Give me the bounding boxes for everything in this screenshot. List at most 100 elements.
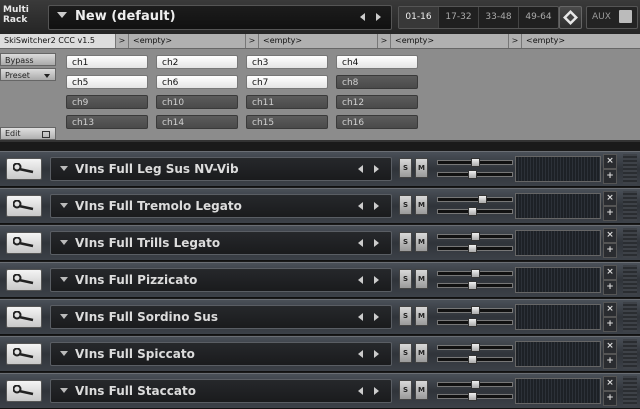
pan-fader[interactable] [437,207,513,216]
instrument-name-selector[interactable]: VIns Full Spiccato [50,342,392,366]
next-arrow-icon[interactable] [374,202,379,210]
next-arrow-icon[interactable] [374,313,379,321]
volume-fader-handle[interactable] [471,306,480,315]
pan-fader-handle[interactable] [468,244,477,253]
kontakt-logo-button[interactable] [559,6,582,29]
script-tab-active[interactable]: SkiSwitcher2 CCC v1.5 [0,34,116,48]
channel-button-ch4[interactable]: ch4 [336,55,418,69]
wrench-button[interactable] [6,158,42,180]
channel-button-ch16[interactable]: ch16 [336,115,418,129]
pan-fader[interactable] [437,318,513,327]
expand-instrument-button[interactable]: + [603,354,617,369]
mute-button[interactable]: M [415,269,428,289]
prev-arrow-icon[interactable] [360,13,365,21]
expand-instrument-button[interactable]: + [603,169,617,184]
mute-button[interactable]: M [415,232,428,252]
volume-fader[interactable] [437,343,513,352]
pan-fader[interactable] [437,281,513,290]
script-tab-arrow[interactable]: > [245,34,259,48]
dropdown-triangle-icon[interactable] [60,314,68,319]
scroll-grip[interactable] [623,265,637,295]
wrench-button[interactable] [6,380,42,402]
volume-fader-handle[interactable] [471,380,480,389]
prev-arrow-icon[interactable] [358,350,363,358]
solo-button[interactable]: S [399,269,412,289]
pan-fader[interactable] [437,392,513,401]
solo-button[interactable]: S [399,195,412,215]
next-arrow-icon[interactable] [374,350,379,358]
pan-fader-handle[interactable] [468,355,477,364]
remove-instrument-button[interactable]: × [603,265,617,280]
preset-dropdown[interactable]: Preset [0,68,56,81]
scroll-grip[interactable] [623,339,637,369]
scroll-grip[interactable] [623,376,637,406]
prev-arrow-icon[interactable] [358,165,363,173]
instrument-name-selector[interactable]: VIns Full Trills Legato [50,231,392,255]
instrument-name-selector[interactable]: VIns Full Sordino Sus [50,305,392,329]
remove-instrument-button[interactable]: × [603,376,617,391]
mute-button[interactable]: M [415,343,428,363]
pan-fader[interactable] [437,170,513,179]
channel-button-ch6[interactable]: ch6 [156,75,238,89]
volume-fader-handle[interactable] [471,232,480,241]
tab-page-33-48[interactable]: 33-48 [479,7,519,28]
edit-button[interactable]: Edit [0,127,56,140]
volume-fader[interactable] [437,232,513,241]
pan-fader-handle[interactable] [468,207,477,216]
script-tab-arrow[interactable]: > [508,34,522,48]
prev-arrow-icon[interactable] [358,202,363,210]
scroll-grip[interactable] [623,191,637,221]
scroll-grip[interactable] [623,228,637,258]
rack-preset-selector[interactable]: New (default) [48,5,392,30]
channel-button-ch5[interactable]: ch5 [66,75,148,89]
scroll-grip[interactable] [623,154,637,184]
expand-instrument-button[interactable]: + [603,206,617,221]
script-tab-empty-2[interactable]: <empty> [263,34,302,48]
channel-button-ch10[interactable]: ch10 [156,95,238,109]
next-arrow-icon[interactable] [374,276,379,284]
tab-page-17-32[interactable]: 17-32 [439,7,479,28]
pan-fader-handle[interactable] [468,281,477,290]
channel-button-ch8[interactable]: ch8 [336,75,418,89]
volume-fader[interactable] [437,269,513,278]
wrench-button[interactable] [6,195,42,217]
dropdown-triangle-icon[interactable] [60,203,68,208]
script-tab-arrow[interactable]: > [377,34,391,48]
volume-fader[interactable] [437,158,513,167]
channel-button-ch13[interactable]: ch13 [66,115,148,129]
channel-button-ch2[interactable]: ch2 [156,55,238,69]
remove-instrument-button[interactable]: × [603,191,617,206]
script-tab-empty-3[interactable]: <empty> [395,34,434,48]
dropdown-triangle-icon[interactable] [60,166,68,171]
bypass-button[interactable]: Bypass [0,53,56,66]
next-arrow-icon[interactable] [374,165,379,173]
solo-button[interactable]: S [399,380,412,400]
volume-fader-handle[interactable] [478,195,487,204]
prev-arrow-icon[interactable] [358,313,363,321]
volume-fader-handle[interactable] [471,158,480,167]
expand-instrument-button[interactable]: + [603,391,617,406]
instrument-name-selector[interactable]: VIns Full Staccato [50,379,392,403]
dropdown-triangle-icon[interactable] [60,240,68,245]
pan-fader-handle[interactable] [468,170,477,179]
aux-toggle[interactable]: AUX [586,6,638,29]
mute-button[interactable]: M [415,195,428,215]
aux-button-icon[interactable] [619,10,632,23]
solo-button[interactable]: S [399,343,412,363]
expand-instrument-button[interactable]: + [603,280,617,295]
solo-button[interactable]: S [399,306,412,326]
solo-button[interactable]: S [399,232,412,252]
channel-button-ch12[interactable]: ch12 [336,95,418,109]
script-tab-arrow[interactable]: > [115,34,129,48]
tab-page-01-16[interactable]: 01-16 [399,7,439,28]
wrench-button[interactable] [6,269,42,291]
mute-button[interactable]: M [415,380,428,400]
script-tab-empty-4[interactable]: <empty> [526,34,565,48]
dropdown-triangle-icon[interactable] [60,388,68,393]
script-tab-empty-1[interactable]: <empty> [133,34,172,48]
next-arrow-icon[interactable] [374,387,379,395]
remove-instrument-button[interactable]: × [603,228,617,243]
volume-fader-handle[interactable] [471,343,480,352]
next-arrow-icon[interactable] [376,13,381,21]
remove-instrument-button[interactable]: × [603,302,617,317]
